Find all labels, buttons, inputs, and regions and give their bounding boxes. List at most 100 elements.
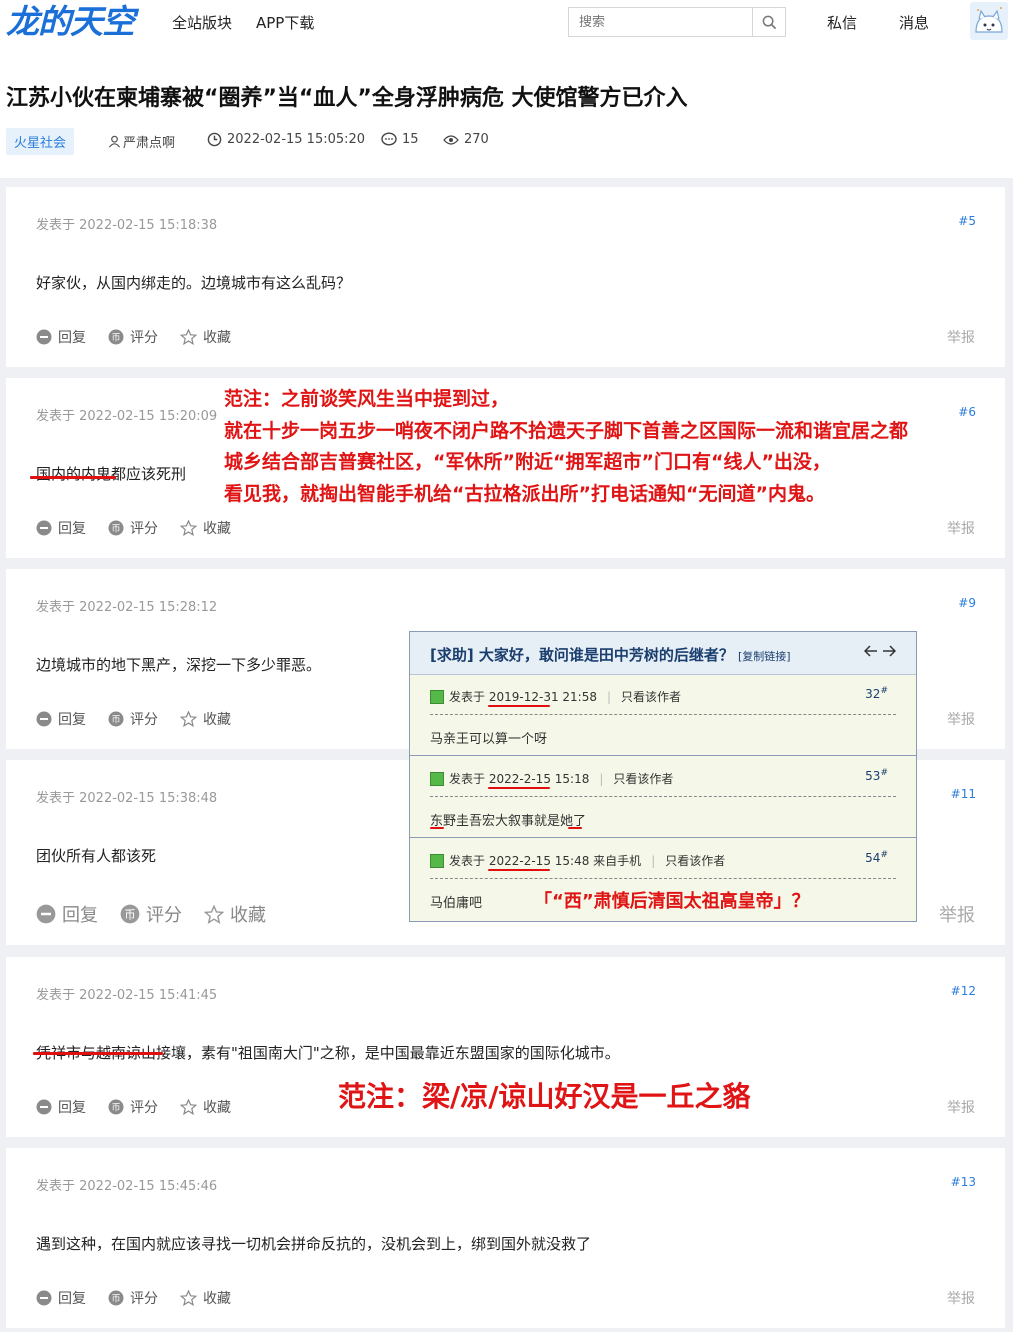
private-messages-link[interactable]: 私信 bbox=[827, 12, 857, 33]
post-content: 边境城市的地下黑产，深挖一下多少罪恶。 bbox=[36, 656, 322, 674]
reply-icon bbox=[36, 329, 52, 345]
star-icon bbox=[180, 711, 197, 727]
report-button[interactable]: 举报 bbox=[947, 1097, 975, 1117]
reply-floor: 54# bbox=[865, 850, 888, 865]
report-button[interactable]: 举报 bbox=[947, 518, 975, 538]
post-time: 发表于 2022-02-15 15:20:09 bbox=[36, 409, 218, 424]
favorite-button[interactable]: 收藏 bbox=[180, 1288, 231, 1308]
svg-text:币: 币 bbox=[111, 715, 120, 726]
svg-text:币: 币 bbox=[111, 333, 120, 344]
annotation-underline bbox=[33, 1052, 163, 1055]
inset-reply: 发表于 2019-12-31 21:58 | 只看该作者 32# 马亲王可以算一… bbox=[410, 674, 916, 756]
floor-number[interactable]: #9 bbox=[958, 596, 976, 610]
annotation-underline bbox=[488, 705, 550, 707]
rate-icon: 币 bbox=[108, 329, 124, 345]
online-icon bbox=[430, 853, 444, 868]
notifications-link[interactable]: 消息 bbox=[899, 12, 929, 33]
annotation-line: 看见我，就掏出智能手机给“古拉格派出所”打电话通知“无间道”内鬼。 bbox=[224, 482, 825, 505]
post-actions: 回复 币评分 收藏 bbox=[36, 327, 253, 347]
views-count: 270 bbox=[464, 132, 489, 147]
favorite-button[interactable]: 收藏 bbox=[204, 901, 266, 927]
reply-button[interactable]: 回复 bbox=[36, 901, 98, 927]
author-only-link[interactable]: 只看该作者 bbox=[621, 688, 681, 705]
search-button[interactable] bbox=[752, 8, 785, 36]
reply-icon bbox=[36, 1290, 52, 1306]
post-content: 国内的内鬼都应该死刑 bbox=[36, 465, 187, 483]
favorite-button[interactable]: 收藏 bbox=[180, 327, 231, 347]
thread-author[interactable]: 严肃点啊 bbox=[108, 132, 175, 151]
reply-time: 2022-2-15 15:18 bbox=[488, 771, 590, 786]
inset-reply: 发表于 2022-2-15 15:18 | 只看该作者 53# 东野圭吾宏大叙事… bbox=[410, 756, 916, 838]
comments-count: 15 bbox=[402, 132, 419, 147]
report-button[interactable]: 举报 bbox=[947, 327, 975, 347]
reply-button[interactable]: 回复 bbox=[36, 709, 86, 729]
thread-tag[interactable]: 火星社会 bbox=[6, 128, 75, 155]
annotation-line: 就在十步一岗五步一哨夜不闭户路不拾遗天子脚下首善之区国际一流和谐宜居之都 bbox=[224, 419, 909, 442]
arrow-right-icon[interactable] bbox=[882, 645, 896, 657]
annotation-underline bbox=[30, 476, 116, 479]
floor-number[interactable]: #13 bbox=[951, 1175, 976, 1189]
reply-time: 2022-2-15 15:48 bbox=[488, 853, 590, 868]
rate-button[interactable]: 币评分 bbox=[108, 518, 158, 538]
rate-button[interactable]: 币评分 bbox=[108, 1288, 158, 1308]
search-box bbox=[568, 7, 786, 37]
star-icon bbox=[180, 1290, 197, 1306]
nav-app-download[interactable]: APP下载 bbox=[256, 12, 314, 33]
search-icon bbox=[762, 15, 776, 29]
user-icon bbox=[108, 135, 121, 148]
report-button[interactable]: 举报 bbox=[947, 709, 975, 729]
svg-text:币: 币 bbox=[111, 1103, 120, 1114]
rate-button[interactable]: 币评分 bbox=[108, 1097, 158, 1117]
rate-button[interactable]: 币评分 bbox=[108, 327, 158, 347]
rate-button[interactable]: 币评分 bbox=[120, 901, 182, 927]
post-actions: 回复 币评分 收藏 bbox=[36, 901, 288, 927]
post-actions: 回复 币评分 收藏 bbox=[36, 1288, 253, 1308]
nav-all-boards[interactable]: 全站版块 bbox=[172, 12, 232, 33]
reply-button[interactable]: 回复 bbox=[36, 518, 86, 538]
inset-reply-header: 发表于 2022-2-15 15:18 | 只看该作者 bbox=[430, 770, 673, 787]
inset-title: [求助] 大家好，敢问谁是田中芳树的后继者？ [复制链接] bbox=[430, 646, 791, 664]
author-only-link[interactable]: 只看该作者 bbox=[665, 852, 725, 869]
favorite-button[interactable]: 收藏 bbox=[180, 709, 231, 729]
post-time: 发表于 2022-02-15 15:41:45 bbox=[36, 988, 218, 1003]
top-bar: 龙的天空 全站版块 APP下载 私信 消息 bbox=[0, 0, 1013, 49]
star-icon bbox=[204, 904, 224, 924]
time-value: 2022-02-15 15:05:20 bbox=[227, 132, 366, 147]
arrow-left-icon[interactable] bbox=[864, 645, 878, 657]
reply-body: 马伯庸吧 bbox=[430, 896, 483, 911]
clock-icon bbox=[207, 132, 222, 147]
post-time: 发表于 2022-02-15 15:18:38 bbox=[36, 218, 218, 233]
reply-button[interactable]: 回复 bbox=[36, 1097, 86, 1117]
floor-number[interactable]: #6 bbox=[958, 405, 976, 419]
report-button[interactable]: 举报 bbox=[939, 901, 975, 927]
reply-body: 东野圭吾宏大叙事就是她了 bbox=[430, 814, 587, 829]
copy-link[interactable]: [复制链接] bbox=[738, 650, 791, 663]
annotation-underline bbox=[568, 827, 582, 829]
avatar[interactable] bbox=[970, 2, 1008, 40]
rate-button[interactable]: 币评分 bbox=[108, 709, 158, 729]
annotation-underline bbox=[488, 869, 550, 871]
reply-button[interactable]: 回复 bbox=[36, 327, 86, 347]
floor-number[interactable]: #12 bbox=[951, 984, 976, 998]
star-icon bbox=[180, 520, 197, 536]
reply-button[interactable]: 回复 bbox=[36, 1288, 86, 1308]
favorite-button[interactable]: 收藏 bbox=[180, 518, 231, 538]
reply-icon bbox=[36, 520, 52, 536]
rate-icon: 币 bbox=[108, 520, 124, 536]
inset-reply-header: 发表于 2022-2-15 15:48 来自手机 | 只看该作者 bbox=[430, 852, 725, 869]
search-input[interactable] bbox=[569, 8, 749, 36]
post-actions: 回复 币评分 收藏 bbox=[36, 1097, 253, 1117]
report-button[interactable]: 举报 bbox=[947, 1288, 975, 1308]
online-icon bbox=[430, 689, 444, 704]
annotation-line: 城乡结合部吉普赛社区，“军休所”附近“拥军超市”门口有“线人”出没， bbox=[224, 451, 831, 473]
floor-number[interactable]: #11 bbox=[951, 787, 976, 801]
thread-comments: 15 bbox=[381, 132, 419, 147]
favorite-button[interactable]: 收藏 bbox=[180, 1097, 231, 1117]
floor-number[interactable]: #5 bbox=[958, 214, 976, 228]
rate-icon: 币 bbox=[120, 904, 140, 924]
site-logo[interactable]: 龙的天空 bbox=[6, 2, 135, 42]
post-actions: 回复 币评分 收藏 bbox=[36, 709, 253, 729]
thread-title: 江苏小伙在柬埔寨被“圈养”当“血人”全身浮肿病危 大使馆警方已介入 bbox=[6, 86, 688, 111]
inset-nav bbox=[864, 645, 896, 657]
author-only-link[interactable]: 只看该作者 bbox=[613, 770, 673, 787]
